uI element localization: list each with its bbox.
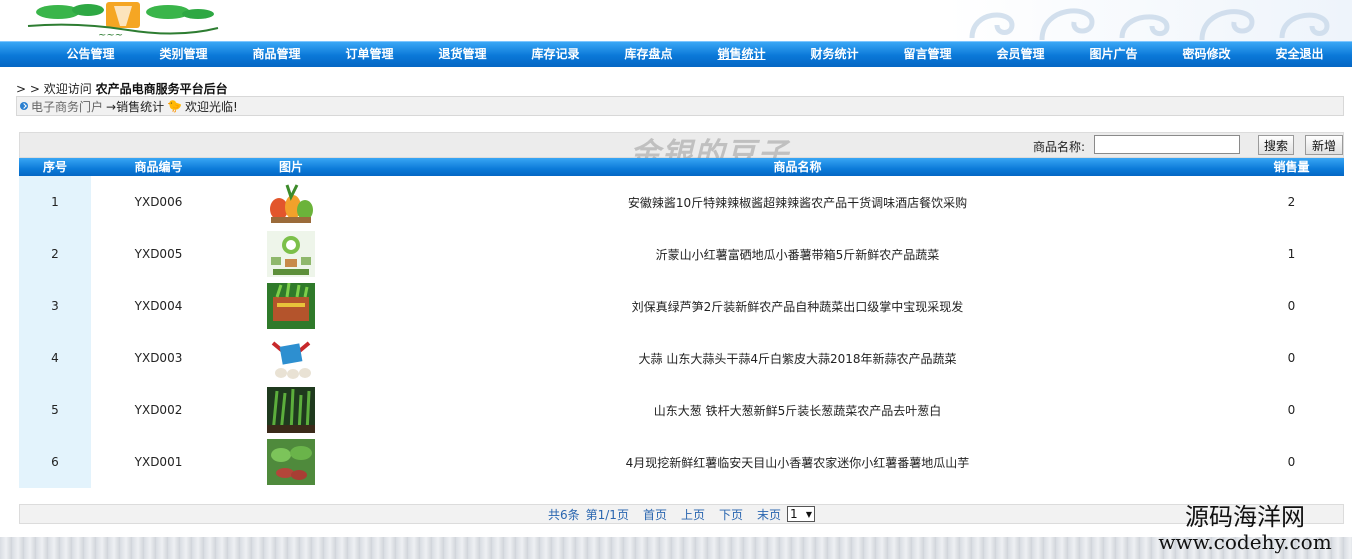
main-nav: 公告管理 类别管理 商品管理 订单管理 退货管理 库存记录 库存盘点 销售统计 … xyxy=(0,41,1352,67)
cell-code: YXD004 xyxy=(134,299,183,313)
col-header-sales: 销售量 xyxy=(1273,160,1310,174)
site-watermark-cn: 源码海洋网 xyxy=(1185,503,1305,531)
page-select-value: 1 xyxy=(790,507,798,521)
table-row: 3 YXD004 刘保真绿芦笋2斤装新鲜农产品自种蔬菜出口级掌中宝现采现发 0 xyxy=(19,280,1344,332)
table-header-row: 序号 商品编号 图片 商品名称 销售量 xyxy=(19,158,1344,176)
cell-code: YXD006 xyxy=(134,195,183,209)
cell-image xyxy=(226,280,356,332)
breadcrumb-current: →销售统计 xyxy=(106,99,165,114)
nav-product[interactable]: 商品管理 xyxy=(230,42,323,67)
welcome-site-name: 农产品电商服务平台后台 xyxy=(95,82,228,96)
pager-pages: 第1/1页 xyxy=(585,507,629,522)
col-header-index: 序号 xyxy=(42,160,67,174)
table-row: 1 YXD006 安徽辣酱10斤特辣辣椒酱超辣辣酱农产品干货调味酒店餐饮采购 2 xyxy=(19,176,1344,228)
pager-next[interactable]: 下页 xyxy=(719,506,743,523)
cell-index: 3 xyxy=(19,280,91,332)
cell-index: 4 xyxy=(19,332,91,384)
product-thumbnail[interactable] xyxy=(267,231,315,277)
nav-return[interactable]: 退货管理 xyxy=(416,42,509,67)
nav-stock-check[interactable]: 库存盘点 xyxy=(602,42,695,67)
pager-prev[interactable]: 上页 xyxy=(681,506,705,523)
nav-order[interactable]: 订单管理 xyxy=(323,42,416,67)
decorative-swirls xyxy=(969,8,1330,41)
nav-members[interactable]: 会员管理 xyxy=(974,42,1067,67)
cell-sales: 0 xyxy=(1287,455,1296,469)
site-watermark-url: www.codehy.com xyxy=(1158,530,1332,554)
cell-index: 6 xyxy=(19,436,91,488)
cell-index: 2 xyxy=(19,228,91,280)
nav-logout[interactable]: 安全退出 xyxy=(1253,42,1346,67)
cell-sales: 0 xyxy=(1287,351,1296,365)
welcome-text: > > 欢迎访问 农产品电商服务平台后台 xyxy=(16,80,228,97)
search-button[interactable]: 搜索 xyxy=(1258,135,1294,155)
nav-sales-stats[interactable]: 销售统计 xyxy=(695,42,788,67)
svg-text:~~~: ~~~ xyxy=(98,30,123,40)
breadcrumb-greeting: 欢迎光临! xyxy=(185,99,238,114)
table-row: 2 YXD005 沂蒙山小红薯富硒地瓜小番薯带箱5斤新鲜农产品蔬菜 1 xyxy=(19,228,1344,280)
site-watermark: 源码海洋网 www.codehy.com xyxy=(1145,503,1345,553)
product-thumbnail[interactable] xyxy=(267,439,315,485)
pager-first[interactable]: 首页 xyxy=(643,506,667,523)
search-bar: 金银的豆子 商品名称: 搜索 新增 xyxy=(19,132,1344,172)
search-label: 商品名称: xyxy=(1033,140,1086,154)
cell-image xyxy=(226,176,356,228)
cell-code: YXD001 xyxy=(134,455,183,469)
cell-code: YXD005 xyxy=(134,247,183,261)
nav-image-ads[interactable]: 图片广告 xyxy=(1067,42,1160,67)
table-row: 4 YXD003 大蒜 山东大蒜头干蒜4斤白紫皮大蒜2018年新蒜农产品蔬菜 0 xyxy=(19,332,1344,384)
table-row: 5 YXD002 山东大葱 铁杆大葱新鲜5斤装长葱蔬菜农产品去叶葱白 0 xyxy=(19,384,1344,436)
cell-image xyxy=(226,332,356,384)
bullet-arrow-icon xyxy=(20,102,28,110)
nav-announcement[interactable]: 公告管理 xyxy=(44,42,137,67)
cell-image xyxy=(226,436,356,488)
product-thumbnail[interactable] xyxy=(267,179,315,225)
nav-finance-stats[interactable]: 财务统计 xyxy=(788,42,881,67)
cell-sales: 1 xyxy=(1287,247,1296,261)
sales-table-wrap: 序号 商品编号 图片 商品名称 销售量 1 YXD006 安徽辣酱10斤特辣辣椒… xyxy=(19,158,1344,488)
pager-last[interactable]: 末页 xyxy=(757,506,781,523)
cell-index: 1 xyxy=(19,176,91,228)
table-row: 6 YXD001 4月现挖新鲜红薯临安天目山小香薯农家迷你小红薯番薯地瓜山芋 0 xyxy=(19,436,1344,488)
breadcrumb: 电子商务门户 →销售统计 🐤 欢迎光临! xyxy=(16,96,1344,116)
cell-name: 4月现挖新鲜红薯临安天目山小香薯农家迷你小红薯番薯地瓜山芋 xyxy=(625,455,970,470)
page-select[interactable]: 1 ▼ xyxy=(787,506,816,522)
cell-sales: 0 xyxy=(1287,299,1296,313)
cell-sales: 0 xyxy=(1287,403,1296,417)
cell-code: YXD002 xyxy=(134,403,183,417)
cell-code: YXD003 xyxy=(134,351,183,365)
product-thumbnail[interactable] xyxy=(267,335,315,381)
col-header-code: 商品编号 xyxy=(134,160,183,174)
cell-image xyxy=(226,228,356,280)
cell-image xyxy=(226,384,356,436)
cell-name: 刘保真绿芦笋2斤装新鲜农产品自种蔬菜出口级掌中宝现采现发 xyxy=(631,299,964,314)
add-button[interactable]: 新增 xyxy=(1305,135,1343,155)
col-header-name: 商品名称 xyxy=(773,160,822,174)
product-thumbnail[interactable] xyxy=(267,387,315,433)
product-thumbnail[interactable] xyxy=(267,283,315,329)
breadcrumb-home[interactable]: 电子商务门户 xyxy=(31,98,103,115)
site-logo: ~~~ xyxy=(27,2,219,40)
chevron-down-icon: ▼ xyxy=(805,509,813,519)
col-header-image: 图片 xyxy=(278,160,303,174)
nav-password[interactable]: 密码修改 xyxy=(1160,42,1253,67)
product-name-input[interactable] xyxy=(1094,135,1240,154)
sales-table: 序号 商品编号 图片 商品名称 销售量 1 YXD006 安徽辣酱10斤特辣辣椒… xyxy=(19,158,1344,488)
header-banner: ~~~ xyxy=(0,0,1352,41)
nav-stock-record[interactable]: 库存记录 xyxy=(509,42,602,67)
welcome-prefix: > > 欢迎访问 xyxy=(16,82,96,96)
cell-name: 沂蒙山小红薯富硒地瓜小番薯带箱5斤新鲜农产品蔬菜 xyxy=(655,247,940,262)
bird-icon: 🐤 xyxy=(167,99,183,113)
cell-name: 大蒜 山东大蒜头干蒜4斤白紫皮大蒜2018年新蒜农产品蔬菜 xyxy=(638,351,957,366)
nav-messages[interactable]: 留言管理 xyxy=(881,42,974,67)
nav-category[interactable]: 类别管理 xyxy=(137,42,230,67)
pager-total: 共6条 xyxy=(547,507,580,522)
cell-name: 安徽辣酱10斤特辣辣椒酱超辣辣酱农产品干货调味酒店餐饮采购 xyxy=(627,195,968,210)
cell-index: 5 xyxy=(19,384,91,436)
cell-sales: 2 xyxy=(1287,195,1296,209)
cell-name: 山东大葱 铁杆大葱新鲜5斤装长葱蔬菜农产品去叶葱白 xyxy=(653,403,942,418)
admin-page: ~~~ 公告管理 类别管理 商品管理 订单管理 退货管理 库存记录 库存盘点 销… xyxy=(0,0,1352,559)
